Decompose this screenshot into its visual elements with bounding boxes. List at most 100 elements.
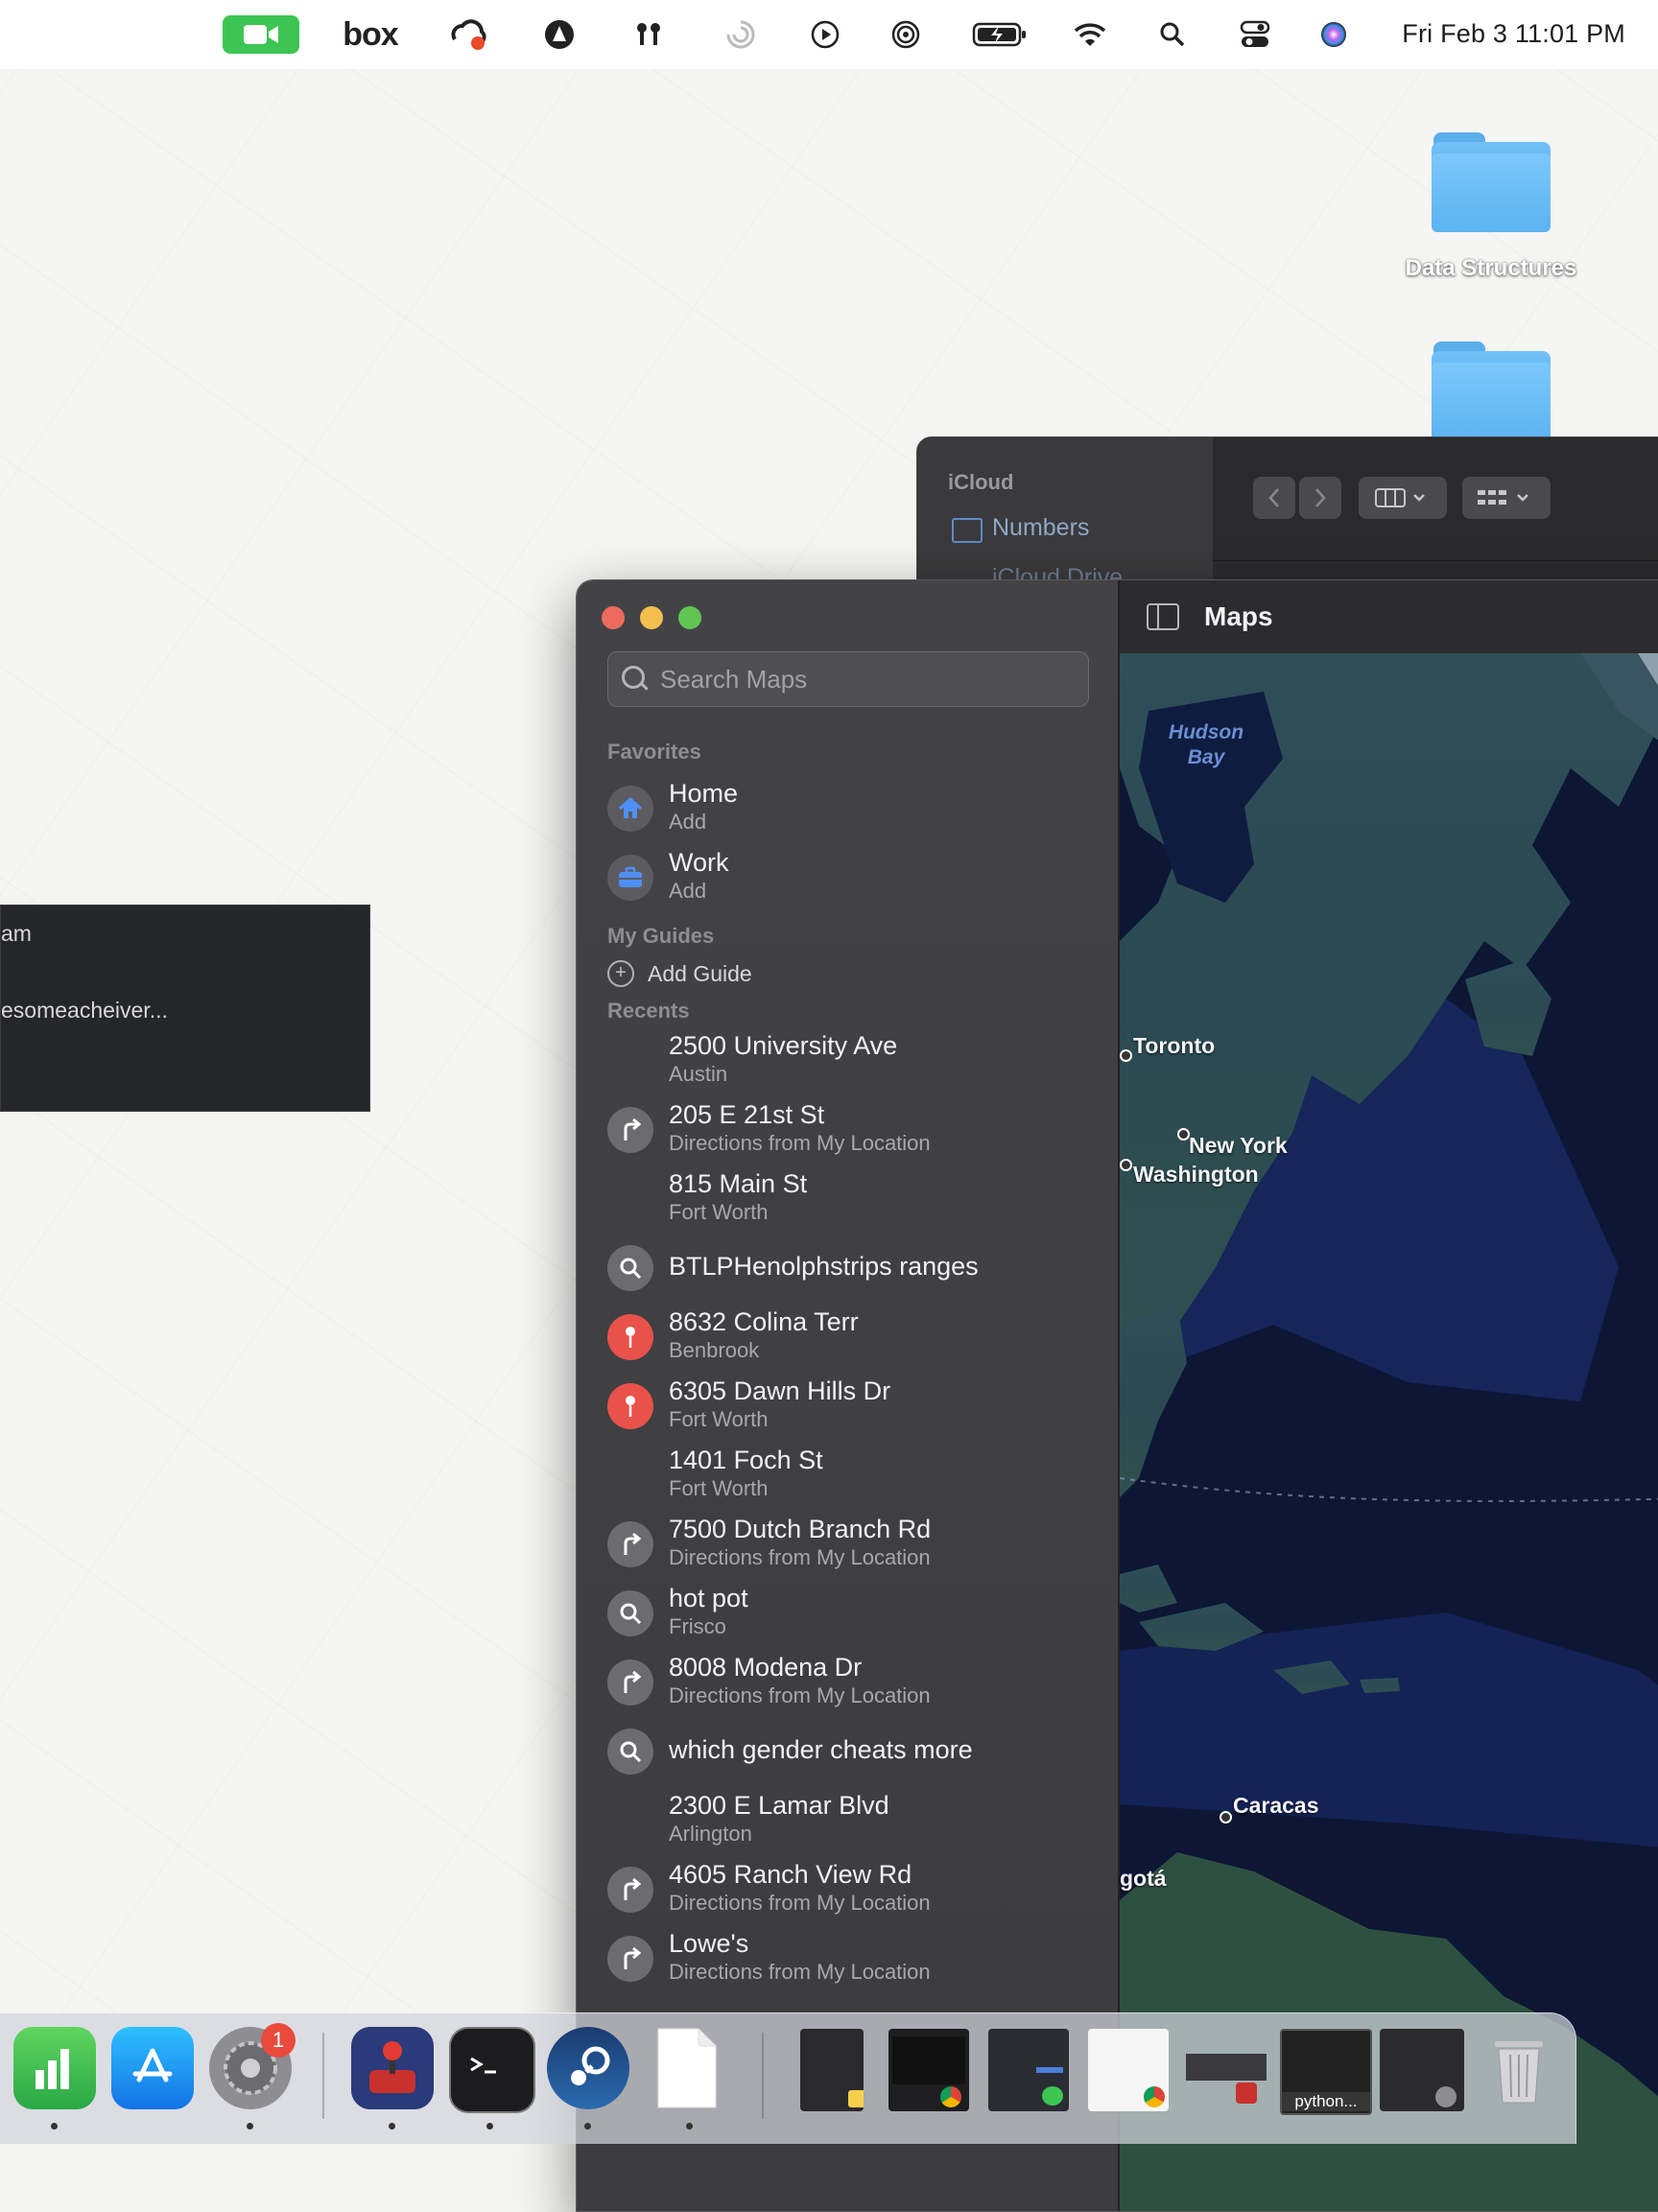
focus-icon[interactable] [722, 15, 760, 54]
airdrop-icon[interactable] [888, 15, 923, 54]
maps-sidebar: Favorites Home Add Work Add My Guides + … [577, 580, 1120, 2211]
favorites-heading: Favorites [607, 740, 701, 764]
notification-popup[interactable]: am esomeacheiver... [0, 905, 370, 1112]
folder-icon[interactable] [1432, 341, 1551, 441]
facetime-video-icon[interactable] [223, 15, 299, 54]
chrome-icon [940, 2086, 961, 2107]
search-icon [607, 1245, 653, 1291]
window-thumbnail-chrome[interactable] [888, 2029, 969, 2111]
finder-sidebar-item-numbers[interactable]: Numbers [992, 514, 1089, 542]
recent-title: 8632 Colina Terr [669, 1307, 859, 1336]
control-center-icon[interactable] [1238, 15, 1272, 54]
recent-title: Lowe's [669, 1929, 749, 1958]
window-thumbnail-notes[interactable] [800, 2029, 864, 2111]
avast-icon[interactable] [540, 15, 579, 54]
maps-window[interactable]: Favorites Home Add Work Add My Guides + … [576, 579, 1658, 2212]
siri-icon[interactable] [1318, 15, 1349, 54]
sidebar-toggle-icon[interactable] [1147, 603, 1179, 630]
directions-icon [607, 1867, 653, 1913]
favorite-item-home[interactable]: Home Add [577, 775, 1118, 842]
zoom-button[interactable] [678, 606, 701, 629]
trash-icon[interactable] [1478, 2027, 1560, 2109]
window-thumbnail-python[interactable]: python... [1280, 2029, 1372, 2115]
recent-title: 1401 Foch St [669, 1446, 823, 1474]
menu-bar-clock[interactable]: Fri Feb 3 11:01 PM [1402, 19, 1625, 49]
directions-icon [607, 1107, 653, 1153]
recent-item[interactable]: 1401 Foch St Fort Worth [577, 1442, 1118, 1509]
window-thumbnail-joystick[interactable] [1186, 2029, 1267, 2111]
back-button[interactable] [1253, 477, 1295, 519]
blank-document-icon[interactable] [645, 2027, 727, 2109]
recent-item[interactable]: 8632 Colina Terr Benbrook [577, 1304, 1118, 1371]
pin-icon [607, 1383, 653, 1429]
favorite-subtitle: Add [669, 879, 707, 903]
maps-toolbar: Maps [1120, 580, 1658, 654]
recent-title: 2300 E Lamar Blvd [669, 1791, 889, 1820]
view-columns-button[interactable] [1359, 477, 1447, 519]
spotlight-search-icon[interactable] [1157, 15, 1188, 54]
recent-item[interactable]: 6305 Dawn Hills Dr Fort Worth [577, 1373, 1118, 1440]
settings-mini-icon [1435, 2086, 1457, 2107]
running-indicator [584, 2123, 591, 2130]
steam-icon[interactable] [547, 2027, 629, 2109]
recent-item[interactable]: 7500 Dutch Branch Rd Directions from My L… [577, 1511, 1118, 1578]
dock-separator [762, 2033, 764, 2119]
recent-item[interactable]: 205 E 21st St Directions from My Location [577, 1096, 1118, 1164]
recent-title: hot pot [669, 1584, 748, 1612]
recent-subtitle: Fort Worth [669, 1476, 769, 1500]
recent-subtitle: Directions from My Location [669, 1131, 931, 1155]
folder-icon [952, 518, 983, 543]
battery-icon[interactable] [971, 15, 1029, 54]
recent-item[interactable]: which gender cheats more [577, 1718, 1118, 1785]
popup-line-2: esomeacheiver... [1, 998, 168, 1023]
recent-item[interactable]: 2500 University Ave Austin [577, 1027, 1118, 1094]
map-label-hudson-bay: Hudson Bay [1168, 721, 1244, 768]
recent-item[interactable]: 8008 Modena Dr Directions from My Locatio… [577, 1649, 1118, 1716]
running-indicator [51, 2123, 58, 2130]
recent-item[interactable]: BTLPHenolphstrips ranges [577, 1235, 1118, 1302]
window-thumbnail-messages[interactable] [988, 2029, 1069, 2111]
desktop-folder-label[interactable]: Data Structures [1395, 255, 1587, 282]
minimize-button[interactable] [640, 606, 663, 629]
creative-cloud-icon[interactable] [447, 15, 489, 54]
map-label-toronto: Toronto [1133, 1033, 1216, 1058]
map-label-caracas: Caracas [1233, 1793, 1319, 1818]
box-icon[interactable]: box [342, 15, 399, 54]
search-field[interactable] [607, 651, 1089, 707]
map-view[interactable]: Hudson Bay Toronto New York Washington Ca… [1120, 653, 1658, 2211]
favorite-item-work[interactable]: Work Add [577, 844, 1118, 911]
airpods-icon[interactable] [629, 15, 668, 54]
joystick-icon[interactable] [351, 2027, 434, 2109]
directions-icon [607, 1936, 653, 1982]
favorite-title: Work [669, 848, 729, 877]
window-thumbnail-calendar[interactable] [1380, 2029, 1464, 2111]
numbers-icon[interactable] [13, 2027, 96, 2109]
pin-icon [607, 1314, 653, 1360]
wifi-icon[interactable] [1073, 15, 1107, 54]
recent-item[interactable]: hot pot Frisco [577, 1580, 1118, 1647]
dock-separator [322, 2033, 324, 2119]
recent-subtitle: Directions from My Location [669, 1891, 931, 1915]
app-store-icon[interactable] [111, 2027, 194, 2109]
group-button[interactable] [1462, 477, 1551, 519]
search-input[interactable] [658, 652, 1075, 706]
map-label-new-york: New York [1189, 1133, 1288, 1158]
recent-item[interactable]: 2300 E Lamar Blvd Arlington [577, 1787, 1118, 1854]
folder-icon[interactable] [1432, 132, 1551, 232]
recent-item[interactable]: 4605 Ranch View Rd Directions from My Loc… [577, 1856, 1118, 1923]
close-button[interactable] [602, 606, 625, 629]
recent-item[interactable]: 815 Main St Fort Worth [577, 1165, 1118, 1233]
recent-title: BTLPHenolphstrips ranges [669, 1252, 979, 1281]
favorite-subtitle: Add [669, 810, 707, 834]
recent-title: which gender cheats more [669, 1735, 973, 1764]
recents-heading: Recents [607, 999, 690, 1023]
play-icon[interactable] [808, 15, 842, 54]
add-guide-button[interactable]: + Add Guide [607, 960, 752, 987]
window-thumbnail-chrome-doc[interactable] [1088, 2029, 1169, 2111]
recent-item[interactable]: Lowe's Directions from My Location [577, 1925, 1118, 1992]
map-terrain [1120, 653, 1658, 2211]
recent-subtitle: Directions from My Location [669, 1545, 931, 1569]
my-guides-heading: My Guides [607, 924, 715, 948]
forward-button[interactable] [1299, 477, 1341, 519]
terminal-icon[interactable] [449, 2027, 535, 2113]
